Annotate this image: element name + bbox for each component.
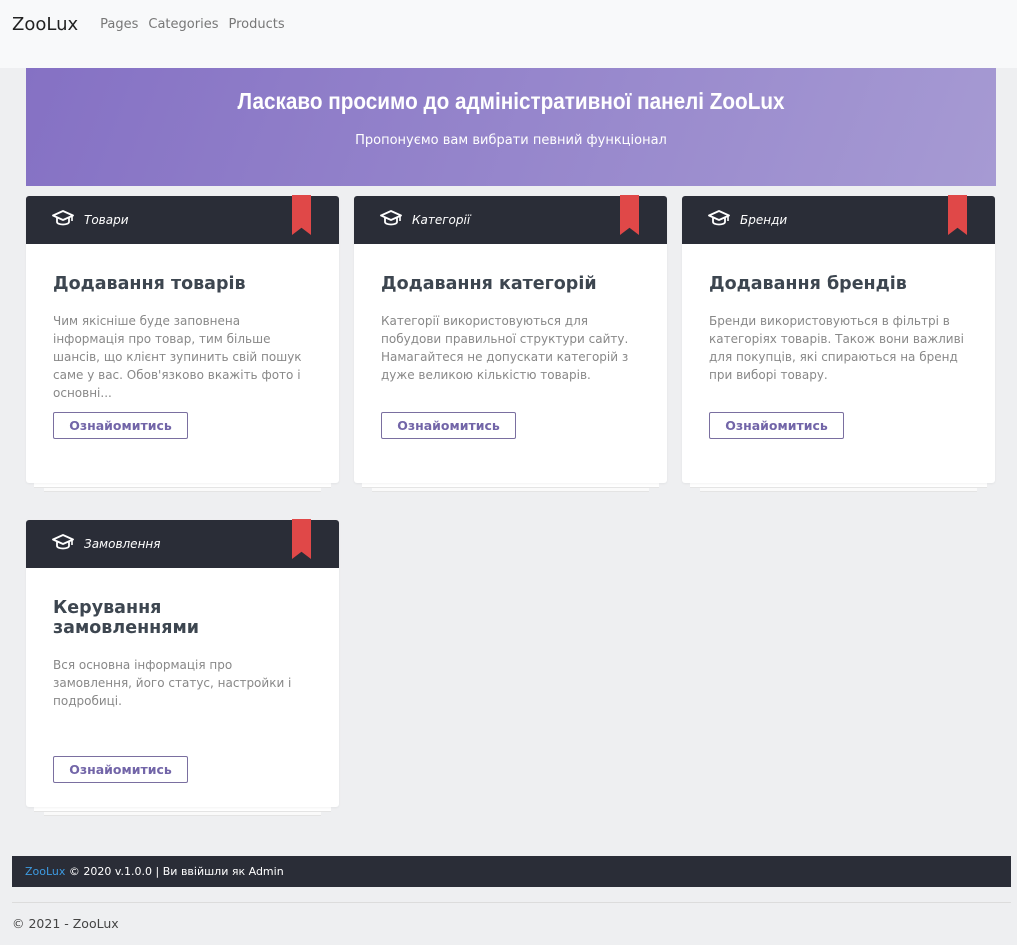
card-tag: Категорії [412,213,471,227]
graduation-cap-icon [380,210,402,230]
feature-card: Товари Додавання товарів Чим якісніше буд… [26,195,339,492]
bookmark-icon [292,519,311,559]
nav-link-products[interactable]: Products [228,14,284,36]
nav-link-pages[interactable]: Pages [100,14,138,36]
card-header: Бренди [682,195,995,244]
card-header: Категорії [354,195,667,244]
banner-subtitle: Пропонуємо вам вибрати певний функціонал [355,133,667,148]
card-title: Додавання товарів [53,274,246,294]
card-text: Чим якісніше буде заповнена інформація п… [53,314,302,400]
divider [12,902,1011,903]
card-title: Додавання категорій [381,274,597,294]
graduation-cap-icon [52,210,74,230]
card-tag: Товари [84,213,129,227]
card-tag: Замовлення [84,537,161,551]
learn-more-button[interactable]: Ознайомитись [53,412,188,439]
learn-more-button[interactable]: Ознайомитись [709,412,844,439]
learn-more-button[interactable]: Ознайомитись [381,412,516,439]
learn-more-button[interactable]: Ознайомитись [53,756,188,783]
card-title: Керування замовленнями [53,598,200,638]
card-text: Категорії використовуються для побудови … [381,314,629,382]
navbar: ZooLux Pages Categories Products [0,0,1017,68]
nav-link-categories[interactable]: Categories [148,14,218,36]
graduation-cap-icon [52,534,74,554]
feature-card: Замовлення Керування замовленнями Вся осн… [26,519,339,816]
card-text: Бренди використовуються в фільтрі в кате… [709,314,964,382]
footer-brand-link[interactable]: ZooLux [25,865,65,878]
welcome-banner: Ласкаво просимо до адміністративної пане… [26,68,996,186]
bookmark-icon [620,195,639,235]
card-header: Товари [26,195,339,244]
footer-text: © 2020 v.1.0.0 | Ви ввійшли як Admin [65,865,284,878]
banner-title: Ласкаво просимо до адміністративної пане… [237,88,785,114]
bookmark-icon [292,195,311,235]
bookmark-icon [948,195,967,235]
card-header: Замовлення [26,519,339,568]
copyright: © 2021 - ZooLux [12,916,119,931]
admin-footer: ZooLux © 2020 v.1.0.0 | Ви ввійшли як Ad… [12,856,1011,887]
brand-logo[interactable]: ZooLux [12,14,78,35]
graduation-cap-icon [708,210,730,230]
card-text: Вся основна інформація про замовлення, й… [53,658,292,708]
feature-card: Бренди Додавання брендів Бренди використо… [682,195,995,492]
card-tag: Бренди [740,213,788,227]
card-title: Додавання брендів [709,274,907,294]
feature-card: Категорії Додавання категорій Категорії в… [354,195,667,492]
